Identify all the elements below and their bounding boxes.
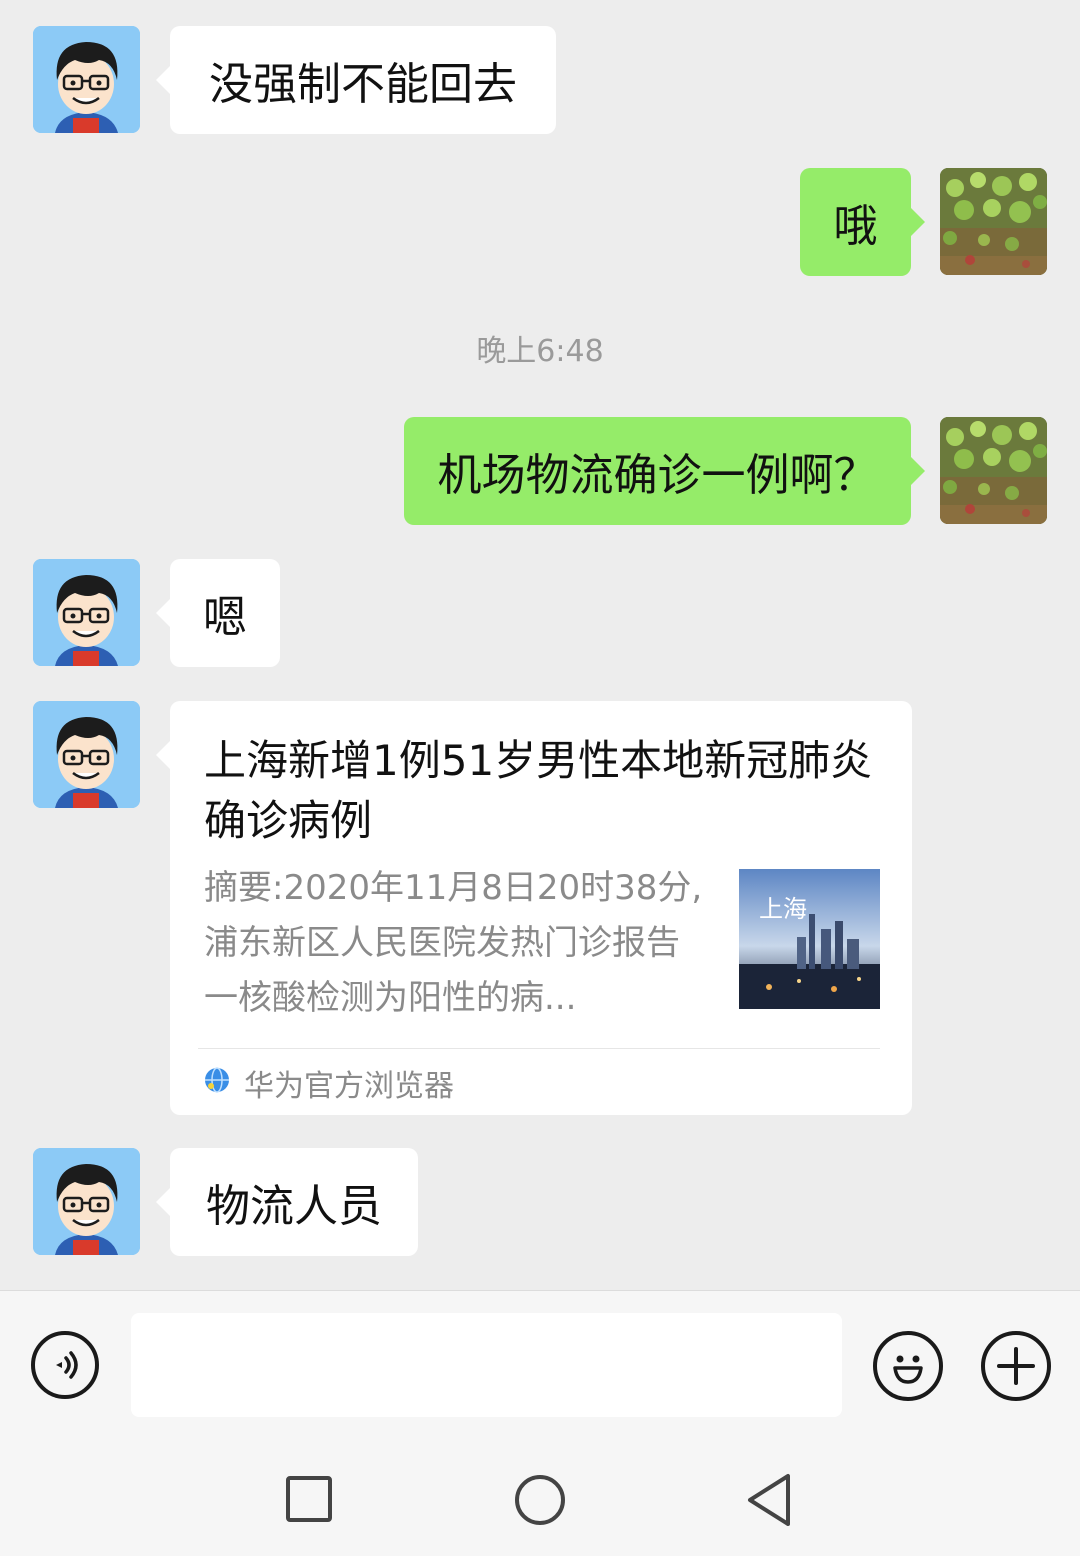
chat-area[interactable]: 没强制不能回去 哦 晚上6:48 机场物流确诊一例啊？ 嗯 上海新增1例51岁男… [0, 0, 1080, 1290]
message-bubble-incoming[interactable]: 没强制不能回去 [156, 26, 556, 134]
my-avatar-image [940, 168, 1047, 275]
friend-avatar[interactable] [33, 559, 140, 666]
link-card-source: 华为官方浏览器 [204, 1063, 454, 1104]
back-icon[interactable] [740, 1470, 800, 1530]
my-avatar-image [940, 417, 1047, 524]
input-bar [0, 1290, 1080, 1430]
browser-globe-icon [204, 1066, 230, 1101]
friend-avatar-image [33, 1148, 140, 1255]
voice-icon[interactable] [31, 1331, 99, 1399]
friend-avatar-image [33, 701, 140, 808]
thumbnail-text: 上海 [759, 895, 807, 923]
link-card-thumbnail: 上海 [739, 869, 880, 1009]
link-card-title: 上海新增1例51岁男性本地新冠肺炎确诊病例 [204, 736, 873, 845]
friend-avatar-image [33, 559, 140, 666]
my-avatar[interactable] [940, 168, 1047, 275]
link-card-source-label: 华为官方浏览器 [244, 1069, 454, 1104]
message-input[interactable] [131, 1313, 842, 1417]
friend-avatar[interactable] [33, 1148, 140, 1255]
message-text: 机场物流确诊一例啊？ [437, 450, 878, 501]
home-icon[interactable] [510, 1470, 570, 1530]
message-text: 没强制不能回去 [209, 59, 517, 110]
friend-avatar[interactable] [33, 26, 140, 133]
message-bubble-incoming[interactable]: 物流人员 [156, 1148, 418, 1256]
friend-avatar-image [33, 26, 140, 133]
friend-avatar[interactable] [33, 701, 140, 808]
message-text: 物流人员 [206, 1181, 382, 1232]
message-text: 哦 [833, 201, 878, 252]
emoji-icon[interactable] [873, 1331, 943, 1401]
message-bubble-incoming[interactable]: 嗯 [156, 559, 280, 667]
my-avatar[interactable] [940, 417, 1047, 524]
message-bubble-outgoing[interactable]: 机场物流确诊一例啊？ [404, 417, 925, 525]
link-card-summary: 摘要:2020年11月8日20时38分,浦东新区人民医院发热门诊报告一核酸检测为… [204, 868, 703, 1018]
plus-icon[interactable] [981, 1331, 1051, 1401]
message-bubble-outgoing[interactable]: 哦 [800, 168, 925, 276]
message-timestamp: 晚上6:48 [476, 334, 604, 369]
system-nav-bar [0, 1430, 1080, 1556]
link-card[interactable]: 上海新增1例51岁男性本地新冠肺炎确诊病例 摘要:2020年11月8日20时38… [156, 701, 912, 1115]
message-text: 嗯 [203, 592, 247, 643]
link-card-divider [198, 1048, 880, 1049]
recent-apps-icon[interactable] [280, 1470, 340, 1530]
